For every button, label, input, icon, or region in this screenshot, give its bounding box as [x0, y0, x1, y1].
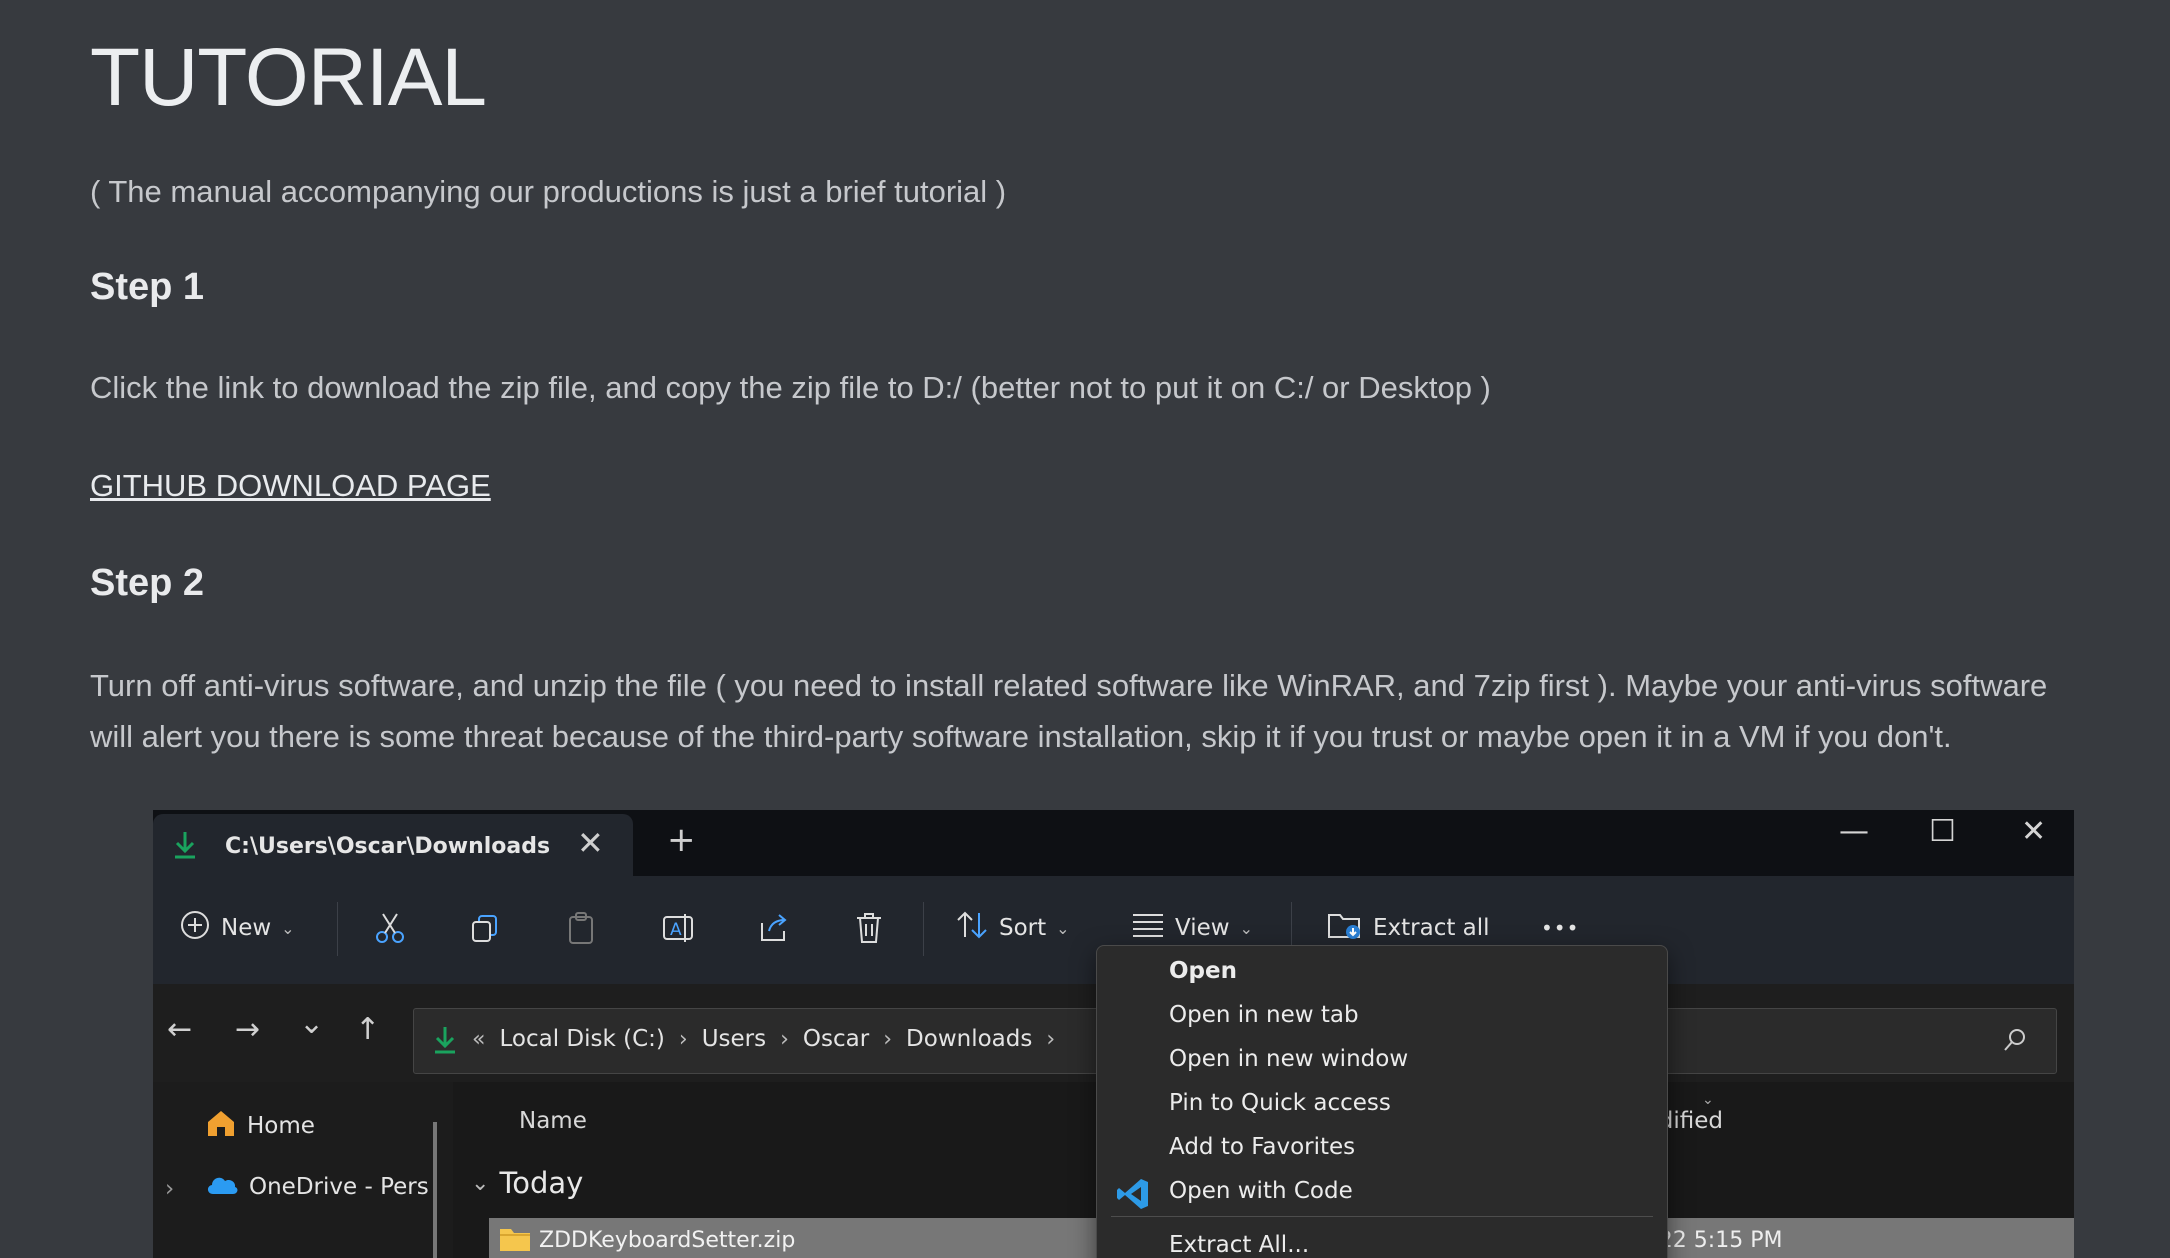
- cut-icon[interactable]: [373, 908, 407, 948]
- tab-close-icon[interactable]: ✕: [577, 824, 604, 862]
- explorer-tab-bar: C:\Users\Oscar\Downloads ✕ + — ☐ ✕: [153, 810, 2074, 876]
- file-explorer-screenshot: C:\Users\Oscar\Downloads ✕ + — ☐ ✕ New ⌄: [153, 810, 2074, 1258]
- delete-icon[interactable]: [853, 908, 885, 948]
- breadcrumb-oscar[interactable]: Oscar: [803, 1026, 869, 1052]
- menu-item-add-favorites[interactable]: Add to Favorites: [1169, 1134, 1355, 1160]
- nav-onedrive-label: OneDrive - Pers: [249, 1174, 429, 1200]
- nav-pane-scrollbar[interactable]: [433, 1122, 437, 1258]
- download-icon: [171, 830, 199, 864]
- breadcrumb-separator: ›: [883, 1026, 893, 1052]
- up-arrow-icon[interactable]: ↑: [355, 1012, 380, 1047]
- more-options-icon[interactable]: •••: [1541, 908, 1579, 948]
- breadcrumb-downloads[interactable]: Downloads: [906, 1026, 1032, 1052]
- share-icon[interactable]: [757, 908, 791, 948]
- menu-item-pin-quick-access[interactable]: Pin to Quick access: [1169, 1090, 1391, 1116]
- menu-item-open-with-code[interactable]: Open with Code: [1169, 1178, 1353, 1204]
- step2-text-line1: Turn off anti-virus software, and unzip …: [90, 668, 2048, 703]
- menu-item-extract-all[interactable]: Extract All...: [1169, 1232, 1309, 1258]
- nav-home[interactable]: Home: [205, 1108, 315, 1144]
- paste-icon[interactable]: [565, 908, 597, 948]
- vscode-icon: [1115, 1176, 1151, 1216]
- maximize-button[interactable]: ☐: [1929, 814, 1956, 849]
- sort-icon: [955, 909, 989, 947]
- group-label: Today: [499, 1166, 584, 1200]
- onedrive-cloud-icon: [205, 1172, 239, 1202]
- tab-title: C:\Users\Oscar\Downloads: [225, 834, 551, 859]
- home-icon: [205, 1108, 237, 1144]
- column-header-name[interactable]: Name: [519, 1108, 587, 1134]
- intro-text: ( The manual accompanying our production…: [90, 174, 1007, 209]
- extract-all-button[interactable]: Extract all: [1327, 908, 1490, 948]
- menu-divider: [1111, 1216, 1653, 1217]
- back-arrow-icon[interactable]: ←: [167, 1012, 192, 1047]
- rename-icon[interactable]: A: [661, 908, 695, 948]
- view-button[interactable]: View ⌄: [1131, 908, 1253, 948]
- nav-home-label: Home: [247, 1113, 315, 1139]
- breadcrumb: « Local Disk (C:) › Users › Oscar › Down…: [472, 1026, 1055, 1052]
- zip-folder-icon: [499, 1226, 531, 1256]
- menu-item-open-new-tab[interactable]: Open in new tab: [1169, 1002, 1359, 1028]
- plus-circle-icon: [179, 909, 211, 947]
- tutorial-page: TUTORIAL ( The manual accompanying our p…: [0, 0, 2170, 1258]
- group-header-today[interactable]: ⌄ Today: [471, 1166, 583, 1200]
- toolbar-divider: [923, 902, 924, 956]
- breadcrumb-separator: ›: [1046, 1026, 1056, 1052]
- chevron-down-icon: ⌄: [281, 918, 295, 938]
- view-lines-icon: [1131, 912, 1165, 944]
- new-label: New: [221, 915, 272, 941]
- new-button[interactable]: New ⌄: [179, 908, 295, 948]
- new-tab-button[interactable]: +: [667, 820, 696, 860]
- explorer-tab-downloads[interactable]: C:\Users\Oscar\Downloads ✕: [153, 814, 633, 876]
- sort-label: Sort: [999, 915, 1047, 941]
- github-download-link[interactable]: GITHUB DOWNLOAD PAGE: [90, 468, 491, 504]
- breadcrumb-local-disk[interactable]: Local Disk (C:): [499, 1026, 664, 1052]
- page-title: TUTORIAL: [90, 32, 487, 123]
- context-menu: Open Open in new tab Open in new window …: [1096, 945, 1668, 1258]
- expand-chevron-icon[interactable]: ›: [165, 1176, 174, 1202]
- step1-heading: Step 1: [90, 266, 205, 308]
- download-icon: [432, 1025, 458, 1059]
- breadcrumb-overflow[interactable]: «: [472, 1027, 485, 1052]
- nav-onedrive[interactable]: OneDrive - Pers: [205, 1172, 429, 1202]
- view-label: View: [1175, 915, 1230, 941]
- toolbar-divider: [337, 902, 338, 956]
- sort-button[interactable]: Sort ⌄: [955, 908, 1070, 948]
- forward-arrow-icon[interactable]: →: [235, 1012, 260, 1047]
- navigation-pane: Home › OneDrive - Pers: [153, 1082, 453, 1258]
- menu-item-open[interactable]: Open: [1169, 958, 1237, 984]
- breadcrumb-separator: ›: [678, 1026, 688, 1052]
- file-name: ZDDKeyboardSetter.zip: [539, 1228, 796, 1253]
- breadcrumb-separator: ›: [780, 1026, 789, 1052]
- step1-text: Click the link to download the zip file,…: [90, 370, 1491, 405]
- search-icon[interactable]: [2000, 1025, 2030, 1059]
- step2-heading: Step 2: [90, 562, 205, 604]
- extract-folder-icon: [1327, 909, 1363, 947]
- close-window-button[interactable]: ✕: [2021, 814, 2046, 849]
- chevron-down-icon: ⌄: [1056, 918, 1070, 938]
- recent-locations-icon[interactable]: ⌄: [299, 1006, 324, 1041]
- collapse-chevron-icon: ⌄: [471, 1170, 490, 1196]
- sort-chevron-icon: ⌄: [1702, 1092, 1714, 1108]
- breadcrumb-users[interactable]: Users: [702, 1026, 766, 1052]
- chevron-down-icon: ⌄: [1239, 918, 1253, 938]
- minimize-button[interactable]: —: [1839, 814, 1869, 849]
- copy-icon[interactable]: [469, 908, 501, 948]
- menu-item-open-new-window[interactable]: Open in new window: [1169, 1046, 1408, 1072]
- step2-text-line2: will alert you there is some threat beca…: [90, 719, 1952, 754]
- extract-all-label: Extract all: [1373, 915, 1490, 941]
- svg-text:A: A: [670, 920, 682, 940]
